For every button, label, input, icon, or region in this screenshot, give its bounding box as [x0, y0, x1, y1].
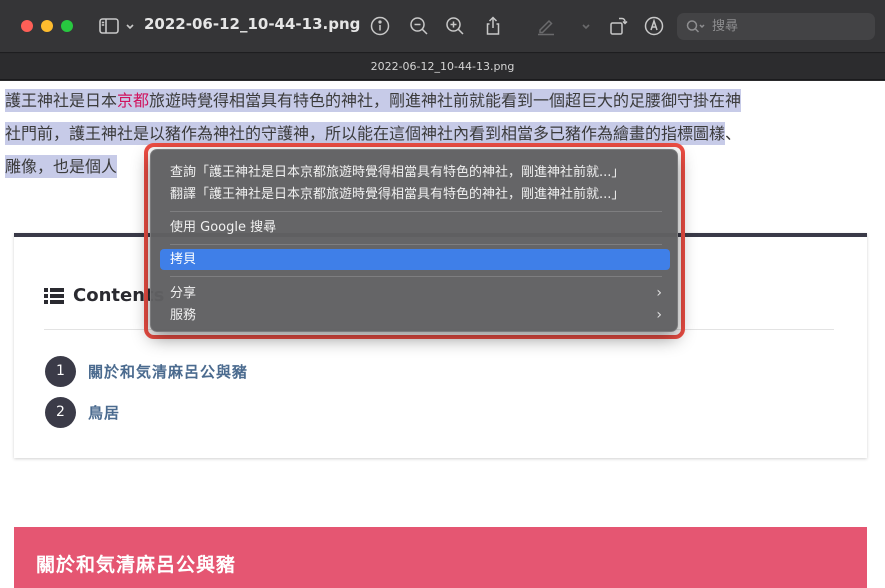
menu-item-copy[interactable]: 拷貝 [160, 249, 670, 270]
toc-item[interactable]: 2 鳥居 [45, 397, 120, 428]
document-title: 2022-06-12_10-44-13.png [144, 15, 361, 33]
markup-circle-icon[interactable] [642, 14, 666, 38]
minimize-window-button[interactable] [41, 20, 53, 32]
menu-item-label: 服務 [170, 308, 197, 323]
section-title: 關於和気清麻呂公與豬 [36, 554, 237, 576]
tab-document[interactable]: 2022-06-12_10-44-13.png [0, 60, 885, 73]
zoom-out-icon[interactable] [407, 14, 431, 38]
context-menu: 查詢「護王神社是日本京都旅遊時覺得相當具有特色的神社，剛進神社前就...」 翻譯… [150, 149, 678, 332]
search-field[interactable] [677, 13, 875, 40]
menu-item-google-search[interactable]: 使用 Google 搜尋 [160, 217, 670, 238]
menu-item-services[interactable]: 服務 › [160, 305, 670, 326]
chevron-right-icon: › [656, 285, 662, 301]
section-heading-banner: 關於和気清麻呂公與豬 [14, 527, 867, 588]
chevron-down-icon[interactable] [118, 14, 134, 38]
fullscreen-window-button[interactable] [61, 20, 73, 32]
tab-bar: 2022-06-12_10-44-13.png [0, 54, 885, 80]
list-icon [44, 287, 64, 304]
text-line-2[interactable]: 社門前，護王神社是以豬作為神社的守護神，所以能在這個神社內看到相當多已豬作為繪畫… [5, 122, 741, 145]
text-line-1[interactable]: 護王神社是日本京都旅遊時覺得相當具有特色的神社，剛進神社前就能看到一個超巨大的足… [5, 89, 742, 112]
menu-item-share[interactable]: 分享 › [160, 283, 670, 304]
menu-item-translate[interactable]: 翻譯「護王神社是日本京都旅遊時覺得相當具有特色的神社，剛進神社前就...」 [160, 184, 670, 205]
window-titlebar: 2022-06-12_10-44-13.png [0, 0, 885, 53]
share-icon[interactable] [481, 14, 505, 38]
selected-text[interactable]: 社門前，護王神社是以豬作為神社的守護神，所以能在這個神社內看到相當多已豬作為繪畫… [5, 122, 726, 145]
toc-link[interactable]: 鳥居 [88, 402, 120, 423]
chevron-down-icon[interactable] [574, 14, 590, 38]
text-line-3[interactable]: 雕像，也是個人 [5, 155, 118, 178]
info-icon[interactable] [368, 14, 392, 38]
toc-item[interactable]: 1 關於和気清麻呂公與豬 [45, 356, 248, 387]
menu-separator [170, 211, 662, 212]
keyword-link[interactable]: 京都 [117, 91, 149, 110]
menu-item-lookup[interactable]: 查詢「護王神社是日本京都旅遊時覺得相當具有特色的神社，剛進神社前就...」 [160, 162, 670, 183]
search-icon [686, 20, 705, 33]
menu-item-label: 分享 [170, 286, 197, 301]
search-input[interactable] [712, 17, 867, 36]
menu-separator [170, 276, 662, 277]
rotate-icon[interactable] [606, 14, 630, 38]
toc-number-badge: 2 [45, 397, 76, 428]
markup-pen-icon[interactable] [534, 14, 558, 38]
toc-link[interactable]: 關於和気清麻呂公與豬 [88, 361, 248, 382]
close-window-button[interactable] [21, 20, 33, 32]
menu-separator [170, 244, 662, 245]
selected-text[interactable]: 護王神社是日本京都旅遊時覺得相當具有特色的神社，剛進神社前就能看到一個超巨大的足… [5, 89, 742, 112]
zoom-in-icon[interactable] [443, 14, 467, 38]
toc-number-badge: 1 [45, 356, 76, 387]
chevron-right-icon: › [656, 307, 662, 323]
selected-text[interactable]: 雕像，也是個人 [5, 155, 118, 178]
